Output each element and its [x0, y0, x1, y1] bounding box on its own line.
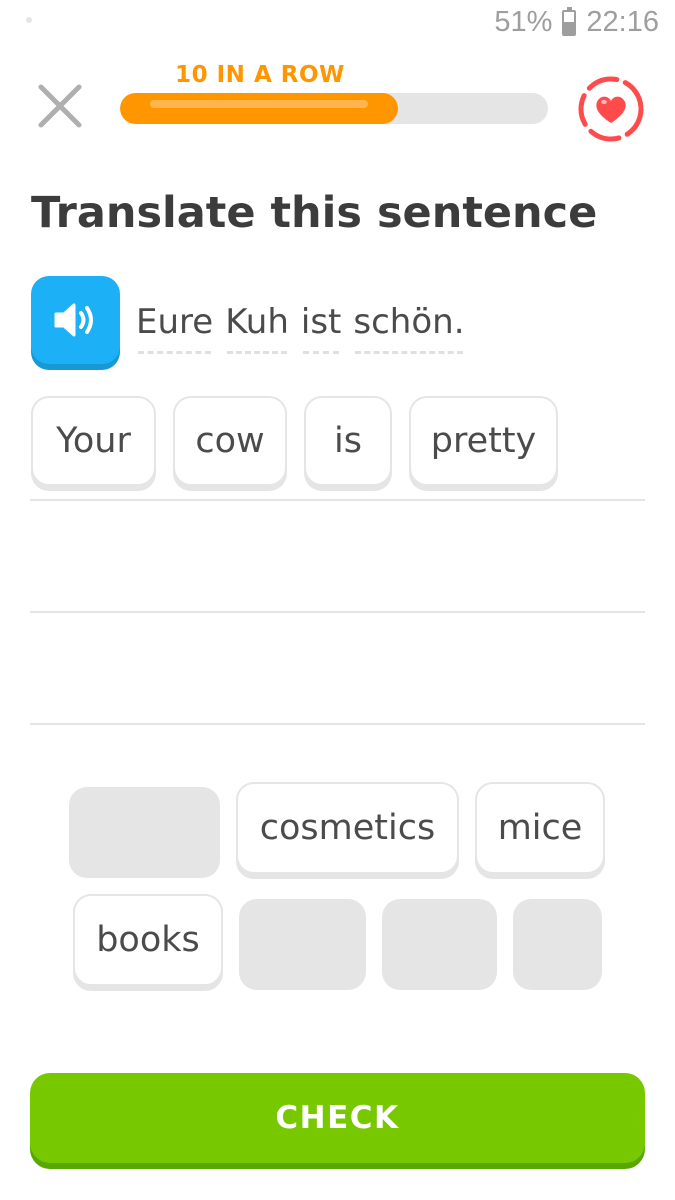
word-bank-chip[interactable]: cosmetics — [236, 782, 459, 874]
used-word-slot — [513, 899, 602, 990]
close-button[interactable] — [34, 80, 86, 132]
notification-dot — [26, 17, 32, 23]
battery-icon — [562, 6, 577, 36]
status-bar: 51% 22:16 — [0, 0, 675, 48]
answer-word-chip[interactable]: cow — [173, 396, 287, 486]
prompt-word[interactable]: Eure — [136, 302, 213, 354]
hearts-button[interactable] — [575, 74, 647, 144]
battery-percent: 51% — [494, 6, 553, 38]
answer-word-chip[interactable]: pretty — [409, 396, 558, 486]
answer-word-chip[interactable]: Your — [31, 396, 156, 486]
prompt-word[interactable]: schön. — [353, 302, 465, 354]
clock-time: 22:16 — [586, 6, 659, 38]
used-word-slot — [69, 787, 220, 878]
used-word-slot — [382, 899, 497, 990]
answer-line — [30, 723, 645, 725]
status-right: 51% 22:16 — [494, 6, 659, 39]
word-bank-chip[interactable]: books — [73, 894, 223, 986]
progress-shine — [150, 100, 368, 108]
prompt-word[interactable]: Kuh — [225, 302, 289, 354]
speaker-icon — [54, 303, 93, 337]
prompt-word[interactable]: ist — [301, 302, 341, 354]
word-bank-chip[interactable]: mice — [475, 782, 605, 874]
prompt-sentence: Eure Kuh ist schön. — [136, 302, 465, 354]
battery-fill — [564, 22, 575, 34]
lesson-progress-bar — [120, 93, 548, 124]
answer-word-chip[interactable]: is — [304, 396, 392, 486]
heart-icon — [578, 76, 644, 142]
answer-line — [30, 499, 645, 501]
answer-line — [30, 611, 645, 613]
close-icon — [38, 84, 82, 128]
progress-fill — [120, 93, 398, 124]
play-audio-button[interactable] — [31, 276, 120, 364]
check-button[interactable]: CHECK — [30, 1073, 645, 1163]
streak-label: 10 IN A ROW — [175, 62, 345, 88]
used-word-slot — [239, 899, 366, 990]
exercise-title: Translate this sentence — [31, 188, 598, 238]
